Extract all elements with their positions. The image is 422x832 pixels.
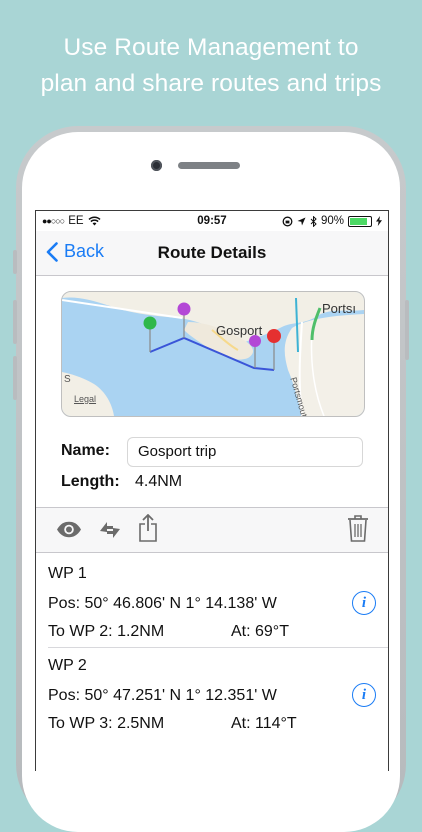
waypoint-position: Pos: 50° 47.251' N 1° 12.351' W <box>48 687 277 704</box>
map-label-gosport: Gosport <box>216 323 263 338</box>
caption-line-1: Use Route Management to <box>63 34 359 61</box>
length-label: Length: <box>61 473 120 490</box>
earpiece-speaker <box>178 162 240 169</box>
bluetooth-icon <box>310 215 317 227</box>
battery-icon <box>348 215 372 227</box>
name-label: Name: <box>61 442 110 459</box>
phone-volume-up <box>13 300 17 344</box>
battery-percent: 90% <box>320 215 344 227</box>
map-label-portsmouth: Portsı <box>322 301 356 316</box>
waypoint-name: WP 2 <box>48 657 87 674</box>
waypoint-bearing: At: 69°T <box>231 623 289 640</box>
swap-icon[interactable] <box>98 519 122 541</box>
status-bar: ●●○○○ EE 09:57 90% <box>36 211 388 231</box>
route-toolbar <box>36 507 388 553</box>
route-map[interactable]: Gosport Portsı Portsmouth - B S Legal <box>61 291 365 417</box>
phone-volume-down <box>13 356 17 400</box>
waypoint-bearing: At: 114°T <box>231 715 297 732</box>
phone-screen: ●●○○○ EE 09:57 90% Back Route Details Go… <box>35 210 389 771</box>
rotation-lock-icon <box>282 216 293 226</box>
map-legal-link[interactable]: Legal <box>74 394 96 404</box>
phone-power-button <box>405 300 409 360</box>
location-arrow-icon <box>297 217 306 225</box>
trash-icon[interactable] <box>347 514 369 542</box>
waypoint-row[interactable]: WP 2 Pos: 50° 47.251' N 1° 12.351' W i T… <box>36 657 388 747</box>
map-canvas <box>62 292 364 416</box>
front-camera <box>151 160 162 171</box>
info-icon[interactable]: i <box>352 591 376 615</box>
waypoint-row[interactable]: WP 1 Pos: 50° 46.806' N 1° 14.138' W i T… <box>36 565 388 655</box>
page-title: Route Details <box>157 243 267 262</box>
waypoint-distance: To WP 3: 2.5NM <box>48 715 165 732</box>
promo-caption: Use Route Management to plan and share r… <box>0 30 422 102</box>
caption-line-2: plan and share routes and trips <box>40 70 382 97</box>
route-name-field[interactable]: Gosport trip <box>127 437 363 467</box>
waypoint-position: Pos: 50° 46.806' N 1° 14.138' W <box>48 595 277 612</box>
navigation-bar: Back Route Details <box>36 231 388 276</box>
share-icon[interactable] <box>138 514 158 542</box>
charging-bolt-icon <box>376 216 382 226</box>
map-label-edge: S <box>64 374 71 385</box>
length-value: 4.4NM <box>135 473 183 490</box>
info-icon[interactable]: i <box>352 683 376 707</box>
waypoint-name: WP 1 <box>48 565 87 582</box>
phone-side-button <box>13 250 17 274</box>
row-divider <box>48 647 388 648</box>
waypoint-distance: To WP 2: 1.2NM <box>48 623 165 640</box>
eye-icon[interactable] <box>56 521 82 538</box>
